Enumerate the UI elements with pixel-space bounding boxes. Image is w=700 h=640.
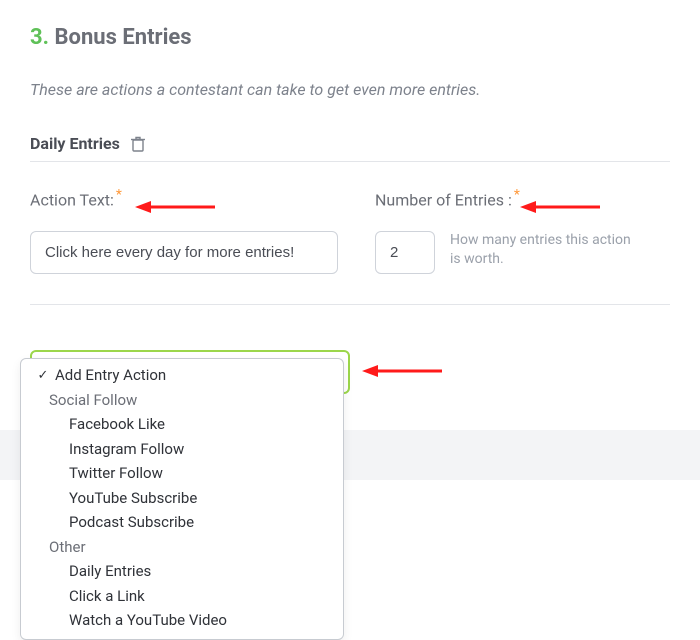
section-heading: 3. Bonus Entries <box>30 25 670 50</box>
annotation-arrow <box>362 363 442 383</box>
dropdown-group-label: Other <box>21 535 343 560</box>
required-asterisk: * <box>514 187 520 203</box>
section-title: Bonus Entries <box>54 25 191 50</box>
check-icon: ✓ <box>37 366 49 386</box>
subsection-title: Daily Entries <box>30 134 120 153</box>
dropdown-item[interactable]: Click a Link <box>21 584 343 609</box>
num-entries-label: Number of Entries : <box>375 190 512 209</box>
action-text-input[interactable] <box>30 231 338 274</box>
action-text-label: Action Text: <box>30 190 114 209</box>
dropdown-item[interactable]: Watch a YouTube Video <box>21 608 343 633</box>
section-helper-text: These are actions a contestant can take … <box>30 80 670 99</box>
dropdown-item-label: Add Entry Action <box>55 364 166 387</box>
dropdown-item[interactable]: Instagram Follow <box>21 437 343 462</box>
add-entry-action-dropdown[interactable]: ✓ Add Entry Action Social Follow Faceboo… <box>20 358 344 640</box>
section-number: 3. <box>30 25 49 50</box>
dropdown-item[interactable]: Facebook Like <box>21 412 343 437</box>
num-entries-input[interactable] <box>375 231 435 274</box>
divider <box>30 161 670 162</box>
dropdown-item[interactable]: Podcast Subscribe <box>21 510 343 535</box>
dropdown-item[interactable]: Daily Entries <box>21 559 343 584</box>
dropdown-group-label: Social Follow <box>21 388 343 413</box>
dropdown-item[interactable]: YouTube Subscribe <box>21 486 343 511</box>
dropdown-item[interactable]: Twitter Follow <box>21 461 343 486</box>
num-entries-hint: How many entries this action is worth. <box>450 231 640 269</box>
dropdown-item-selected[interactable]: ✓ Add Entry Action <box>21 363 343 388</box>
delete-icon[interactable] <box>130 135 146 153</box>
divider <box>30 304 670 305</box>
required-asterisk: * <box>116 187 122 203</box>
